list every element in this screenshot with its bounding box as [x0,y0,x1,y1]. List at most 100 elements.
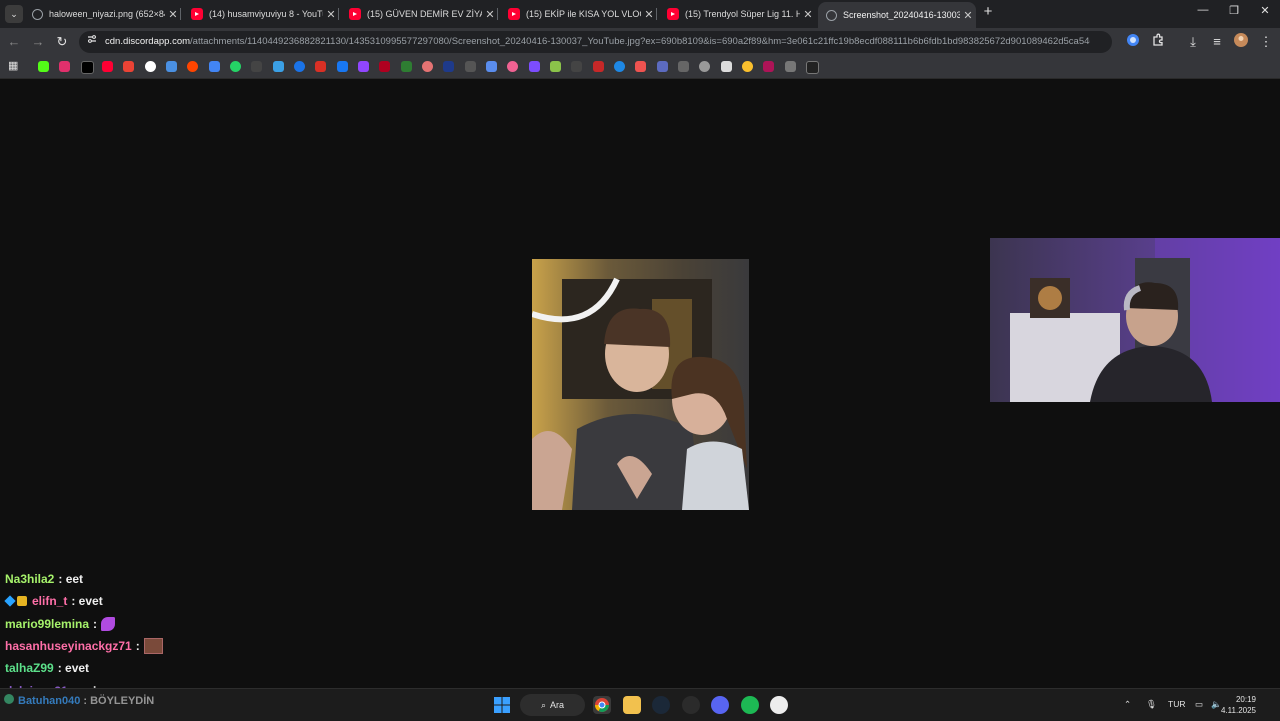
bookmark-icon[interactable] [401,61,412,72]
forward-icon[interactable]: → [29,33,47,51]
reading-list-icon[interactable]: ≡ [1208,33,1226,51]
microphone-icon[interactable]: 🎙 [1146,699,1157,710]
extensions-puzzle-icon[interactable] [1149,33,1167,51]
youtube-icon [667,8,679,20]
bookmark-icon[interactable] [507,61,518,72]
bookmark-icon[interactable] [550,61,561,72]
taskbar-search[interactable]: ⌕ Ara [520,694,585,716]
bookmark-icon[interactable] [465,61,476,72]
screenshot-photo[interactable] [532,259,749,510]
extension-icon[interactable] [1124,33,1142,51]
instagram-icon[interactable] [59,61,70,72]
tab-title: (15) Trendyol Süper Lig 11. Haft [685,9,800,19]
bookmark-icon[interactable] [294,61,305,72]
clock-time: 20:19 [1235,695,1256,704]
facebook-icon[interactable] [337,61,348,72]
chat-text: : evet [57,661,90,676]
reload-icon[interactable]: ↻ [53,33,71,51]
bookmark-icon[interactable] [763,61,774,72]
profile-avatar-icon[interactable] [1232,33,1250,51]
windows-start-icon[interactable] [493,696,511,714]
app-icon[interactable] [682,696,700,714]
tab-search-chevron-icon[interactable]: ⌄ [5,5,23,23]
google-icon[interactable] [145,61,156,72]
stack-icon[interactable] [721,61,732,72]
bookmark-icon[interactable] [529,61,540,72]
chat-text: : [93,616,98,631]
tab-title: (14) husamviyuviyu 8 - YouTube [209,9,323,19]
chat-text: : [135,639,140,654]
bookmark-icon[interactable] [251,61,262,72]
tab-5-active[interactable]: Screenshot_20240416-130037_ ✕ [818,2,976,28]
site-info-icon[interactable] [83,33,101,51]
close-icon[interactable]: ✕ [800,8,816,21]
tab-separator [656,8,657,20]
bookmark-icon[interactable] [678,61,689,72]
bookmark-icon[interactable] [422,61,433,72]
chrome-icon[interactable] [593,696,611,714]
spotify-icon[interactable] [741,696,759,714]
tab-3[interactable]: (15) EKİP ile KISA YOL VLOG - T ✕ [500,3,657,25]
bookmark-icon[interactable] [486,61,497,72]
chat-username: elifn_t [32,594,68,609]
tray-chevron-icon[interactable]: ⌃ [1124,699,1131,710]
bookmark-icon[interactable] [785,61,796,72]
minimize-icon[interactable]: — [1188,4,1218,16]
bookmark-icon[interactable] [443,61,454,72]
close-icon[interactable]: ✕ [482,8,498,21]
close-icon[interactable]: ✕ [323,8,339,21]
bookmark-icon[interactable] [657,61,668,72]
youtube-icon [349,8,361,20]
bookmark-icon[interactable] [742,61,753,72]
tab-title: haloween_niyazi.png (652×849) [49,9,165,19]
tab-separator [180,8,181,20]
bookmark-icon[interactable] [635,61,646,72]
windows-taskbar: Batuhan040: BÖYLEYDİN ⌕ Ara ⌃ 🎙 TUR ▭ 🔈 … [0,688,1280,721]
window-close-icon[interactable]: ✕ [1250,4,1280,17]
kick-icon[interactable] [38,61,49,72]
taskbar-search-label: Ara [550,700,565,710]
file-explorer-icon[interactable] [623,696,641,714]
whatsapp-icon[interactable] [230,61,241,72]
chat-username: Batuhan040 [18,695,81,707]
tab-separator [497,8,498,20]
youtube-icon[interactable] [102,61,113,72]
twitch-icon[interactable] [358,61,369,72]
steam-icon[interactable] [652,696,670,714]
tab-separator [338,8,339,20]
url-path: /attachments/1140449236882821130/1435310… [190,36,1090,47]
bookmark-icon[interactable] [166,61,177,72]
tab-1[interactable]: (14) husamviyuviyu 8 - YouTube ✕ [183,3,339,25]
tab-0[interactable]: haloween_niyazi.png (652×849) ✕ [24,3,181,25]
chat-username: mario99lemina [5,616,90,631]
bookmark-icon[interactable] [699,61,710,72]
tab-2[interactable]: (15) GÜVEN DEMİR EV ZİYARET ✕ [341,3,498,25]
bookmark-icon[interactable] [379,61,390,72]
close-icon[interactable]: ✕ [165,8,181,21]
back-icon[interactable]: ← [5,33,23,51]
bookmark-icon[interactable] [273,61,284,72]
translate-icon[interactable] [209,61,220,72]
new-tab-icon[interactable]: + [973,3,1003,20]
media-player-icon[interactable] [770,696,788,714]
tab-4[interactable]: (15) Trendyol Süper Lig 11. Haft ✕ [659,3,816,25]
close-icon[interactable]: ✕ [641,8,657,21]
bookmark-icon[interactable] [315,61,326,72]
volume-icon[interactable]: 🔈 [1211,699,1222,710]
bookmark-icon[interactable] [571,61,582,72]
x-icon[interactable] [81,61,94,74]
system-clock[interactable]: 20:19 4.11.2025 [1221,694,1256,716]
bookmark-icon[interactable] [806,61,819,74]
language-indicator[interactable]: TUR [1168,699,1185,709]
apps-grid-icon[interactable]: ▦ [8,61,19,72]
network-icon[interactable]: ▭ [1195,699,1203,710]
bookmark-icon[interactable] [593,61,604,72]
gmail-icon[interactable] [123,61,134,72]
download-icon[interactable]: ⤓ [1184,33,1202,51]
bookmark-icon[interactable] [614,61,625,72]
restore-icon[interactable]: ❐ [1219,4,1249,17]
reddit-icon[interactable] [187,61,198,72]
menu-kebab-icon[interactable]: ⋮ [1257,33,1275,51]
url-text[interactable]: cdn.discordapp.com/attachments/114044923… [105,36,1090,47]
discord-icon[interactable] [711,696,729,714]
